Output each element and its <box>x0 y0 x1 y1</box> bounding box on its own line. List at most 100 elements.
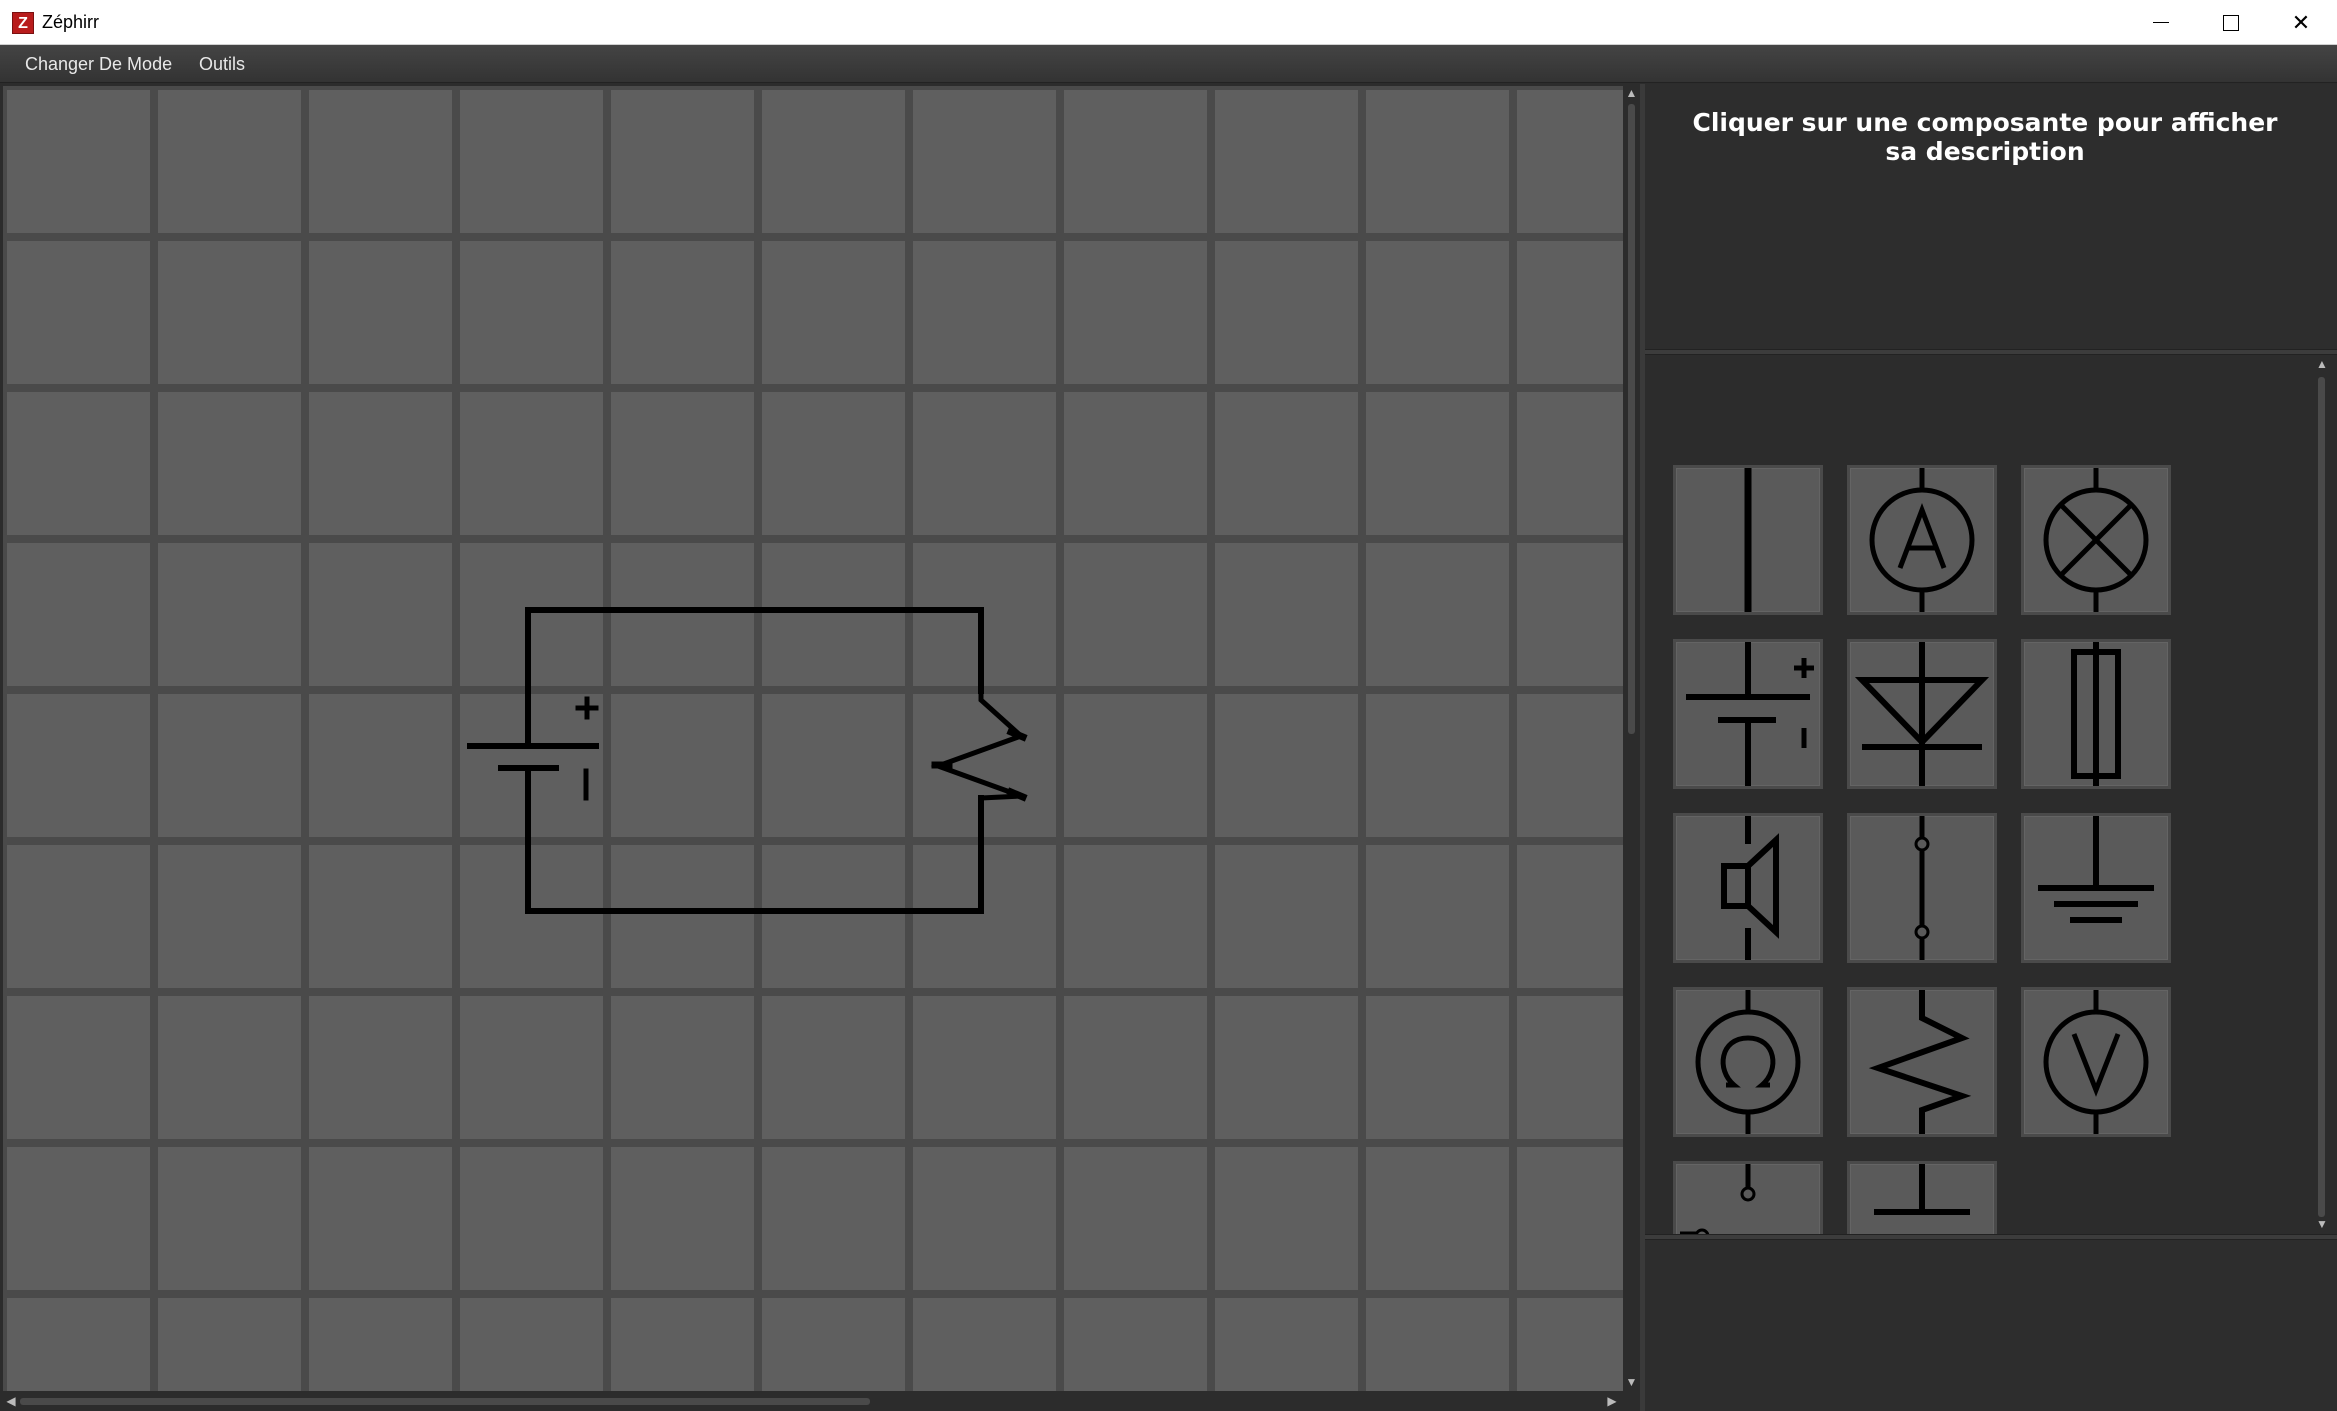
grid-cell[interactable] <box>611 1298 754 1391</box>
grid-cell[interactable] <box>1366 1147 1509 1290</box>
grid-cell[interactable] <box>1064 694 1207 837</box>
grid-cell[interactable] <box>309 241 452 384</box>
grid-cell[interactable] <box>1215 1298 1358 1391</box>
grid-cell[interactable] <box>762 1298 905 1391</box>
grid-cell[interactable] <box>460 90 603 233</box>
grid-cell[interactable] <box>309 694 452 837</box>
grid-cell[interactable] <box>158 996 301 1139</box>
grid-cell[interactable] <box>1064 543 1207 686</box>
menu-change-mode[interactable]: Changer De Mode <box>25 45 172 83</box>
grid-cell[interactable] <box>1517 1298 1623 1391</box>
grid-cell[interactable] <box>1064 1147 1207 1290</box>
grid-cell[interactable] <box>460 996 603 1139</box>
grid-cell[interactable] <box>158 392 301 535</box>
palette-tile-ground[interactable] <box>2021 813 2171 963</box>
chevron-left-icon[interactable]: ◀ <box>4 1394 18 1408</box>
circuit-grid[interactable] <box>3 86 1623 1391</box>
grid-cell[interactable] <box>913 1298 1056 1391</box>
grid-cell[interactable] <box>7 694 150 837</box>
chevron-right-icon[interactable]: ▶ <box>1605 1394 1619 1408</box>
grid-cell[interactable] <box>460 543 603 686</box>
grid-cell[interactable] <box>460 241 603 384</box>
grid-cell[interactable] <box>1215 694 1358 837</box>
grid-cell[interactable] <box>1366 392 1509 535</box>
grid-cell[interactable] <box>1215 90 1358 233</box>
grid-cell[interactable] <box>1517 392 1623 535</box>
grid-cell[interactable] <box>913 1147 1056 1290</box>
grid-cell[interactable] <box>1366 241 1509 384</box>
minimize-button[interactable] <box>2126 0 2196 45</box>
grid-cell[interactable] <box>1215 392 1358 535</box>
grid-cell[interactable] <box>309 392 452 535</box>
grid-cell[interactable] <box>611 694 754 837</box>
canvas-vertical-scrollbar[interactable]: ▲ ▼ <box>1623 84 1640 1391</box>
grid-cell[interactable] <box>460 1147 603 1290</box>
grid-cell[interactable] <box>1215 996 1358 1139</box>
palette-tile-battery[interactable] <box>1673 639 1823 789</box>
maximize-button[interactable] <box>2196 0 2266 45</box>
palette-scrollbar[interactable]: ▲ ▼ <box>2313 355 2331 1235</box>
grid-cell[interactable] <box>1064 241 1207 384</box>
grid-cell[interactable] <box>7 392 150 535</box>
grid-cell[interactable] <box>1517 996 1623 1139</box>
grid-cell[interactable] <box>158 1298 301 1391</box>
grid-cell[interactable] <box>611 392 754 535</box>
grid-cell[interactable] <box>1517 1147 1623 1290</box>
grid-cell[interactable] <box>158 543 301 686</box>
grid-cell[interactable] <box>158 241 301 384</box>
grid-cell[interactable] <box>7 996 150 1139</box>
grid-cell[interactable] <box>611 1147 754 1290</box>
grid-cell[interactable] <box>913 996 1056 1139</box>
chevron-down-icon[interactable]: ▼ <box>2315 1217 2329 1231</box>
grid-cell[interactable] <box>158 694 301 837</box>
grid-cell[interactable] <box>611 845 754 988</box>
grid-cell[interactable] <box>7 90 150 233</box>
grid-cell[interactable] <box>7 1147 150 1290</box>
grid-cell[interactable] <box>1517 845 1623 988</box>
grid-cell[interactable] <box>7 1298 150 1391</box>
grid-cell[interactable] <box>762 845 905 988</box>
grid-cell[interactable] <box>762 241 905 384</box>
palette-tile-lamp[interactable] <box>2021 465 2171 615</box>
grid-cell[interactable] <box>1064 392 1207 535</box>
grid-cell[interactable] <box>7 241 150 384</box>
palette-tile-wire[interactable] <box>1673 465 1823 615</box>
grid-cell[interactable] <box>1366 845 1509 988</box>
grid-cell[interactable] <box>1215 1147 1358 1290</box>
grid-cell[interactable] <box>762 543 905 686</box>
grid-cell[interactable] <box>460 1298 603 1391</box>
grid-cell[interactable] <box>7 845 150 988</box>
grid-cell[interactable] <box>1215 241 1358 384</box>
grid-cell[interactable] <box>762 996 905 1139</box>
grid-cell[interactable] <box>762 694 905 837</box>
grid-cell[interactable] <box>460 392 603 535</box>
grid-cell[interactable] <box>158 90 301 233</box>
grid-cell[interactable] <box>611 241 754 384</box>
grid-cell[interactable] <box>1517 241 1623 384</box>
scroll-thumb[interactable] <box>20 1398 870 1405</box>
grid-cell[interactable] <box>1064 996 1207 1139</box>
grid-cell[interactable] <box>1064 845 1207 988</box>
grid-cell[interactable] <box>1366 543 1509 686</box>
palette-tile-diode[interactable] <box>1847 639 1997 789</box>
grid-cell[interactable] <box>1064 1298 1207 1391</box>
grid-cell[interactable] <box>913 90 1056 233</box>
grid-cell[interactable] <box>1517 90 1623 233</box>
menu-tools[interactable]: Outils <box>199 45 245 83</box>
grid-cell[interactable] <box>460 845 603 988</box>
chevron-up-icon[interactable]: ▲ <box>1625 86 1638 100</box>
grid-cell[interactable] <box>309 90 452 233</box>
grid-cell[interactable] <box>762 1147 905 1290</box>
palette-tile-connector[interactable] <box>1847 813 1997 963</box>
grid-cell[interactable] <box>1215 845 1358 988</box>
grid-cell[interactable] <box>762 392 905 535</box>
grid-cell[interactable] <box>7 543 150 686</box>
grid-cell[interactable] <box>913 241 1056 384</box>
grid-cell[interactable] <box>611 996 754 1139</box>
grid-cell[interactable] <box>309 1298 452 1391</box>
grid-cell[interactable] <box>1517 694 1623 837</box>
grid-cell[interactable] <box>1064 90 1207 233</box>
grid-cell[interactable] <box>309 543 452 686</box>
grid-cell[interactable] <box>1517 543 1623 686</box>
grid-cell[interactable] <box>913 845 1056 988</box>
